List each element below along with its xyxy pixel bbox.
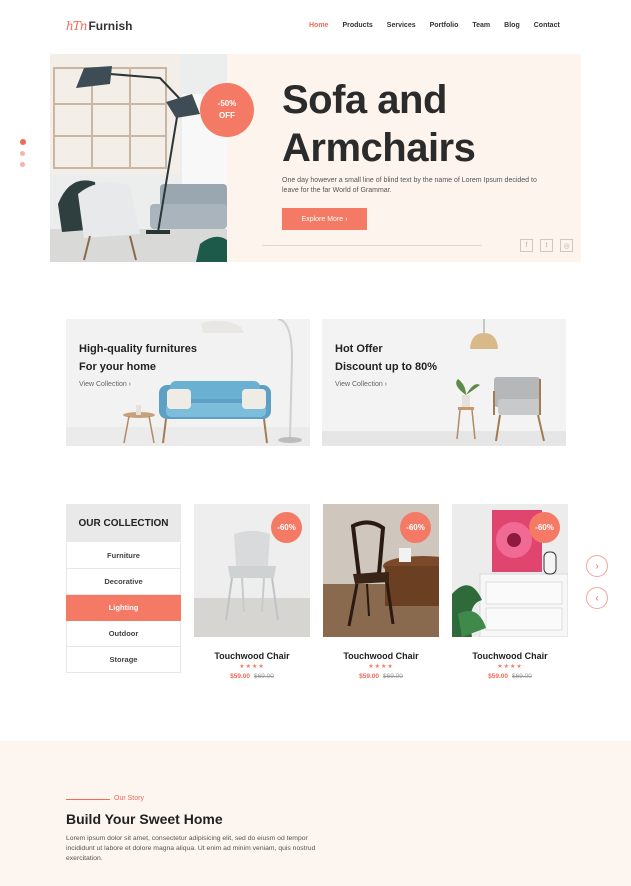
product-image-wood-chair: -60%: [323, 504, 439, 637]
logo[interactable]: hTn Furnish: [66, 19, 132, 33]
product-name[interactable]: Touchwood Chair: [452, 651, 568, 661]
story-body: Lorem ipsum dolor sit amet, consectetur …: [66, 835, 316, 862]
promo-card-hot-offer[interactable]: Hot Offer Discount up to 80% View Collect…: [322, 319, 566, 446]
story-kicker: Our Story: [114, 795, 144, 802]
product-price: $59.00 $69.00: [452, 673, 568, 680]
hero-title-line2: Armchairs: [282, 126, 476, 170]
hero-discount-badge: -50% OFF: [200, 83, 254, 137]
product-rating-stars: ★★★★: [497, 664, 523, 670]
category-outdoor[interactable]: Outdoor: [66, 621, 181, 647]
product-image-white-cabinet: -60%: [452, 504, 568, 637]
promo-title-quality: High-quality furnitures For your home: [79, 340, 197, 376]
nav-portfolio[interactable]: Portfolio: [430, 22, 459, 29]
promo-line1: High-quality furnitures: [79, 343, 197, 355]
hero-section: -50% OFF Sofa and Armchairs One day howe…: [50, 54, 581, 262]
promo-title-hot-offer: Hot Offer Discount up to 80%: [335, 340, 437, 376]
slider-dot-active[interactable]: [20, 139, 26, 145]
product-discount-badge: -60%: [271, 512, 302, 543]
price-old: $69.00: [254, 673, 274, 680]
price-current: $59.00: [488, 673, 508, 680]
collection-category-list: Furniture Decorative Lighting Outdoor St…: [66, 543, 181, 673]
slider-dots: [20, 139, 26, 167]
product-image-white-chair: -60%: [194, 504, 310, 637]
page: { "header": { "logo_mark": "hTn", "logo_…: [0, 0, 631, 886]
product-discount-badge: -60%: [529, 512, 560, 543]
collection-heading: OUR COLLECTION: [66, 504, 181, 542]
hero-image-living-room: [50, 54, 227, 262]
category-furniture[interactable]: Furniture: [66, 543, 181, 569]
hero-description: One day however a small line of blind te…: [282, 177, 537, 194]
hero-title: Sofa and Armchairs: [282, 76, 476, 172]
twitter-icon[interactable]: t: [540, 239, 553, 252]
nav-home[interactable]: Home: [309, 22, 328, 29]
story-title: Build Your Sweet Home: [66, 811, 223, 827]
promo-line2: For your home: [79, 361, 157, 373]
price-old: $69.00: [512, 673, 532, 680]
product-card[interactable]: -60% Touchwood Chair ★★★★ $59.00 $69.00: [323, 504, 439, 680]
product-rating-stars: ★★★★: [368, 664, 394, 670]
carousel-next-button[interactable]: ›: [586, 555, 608, 577]
logo-mark: hTn: [66, 19, 87, 33]
promo-line1: Hot Offer: [335, 343, 383, 355]
main-nav: Home Products Services Portfolio Team Bl…: [309, 22, 560, 29]
product-discount-badge: -60%: [400, 512, 431, 543]
product-name[interactable]: Touchwood Chair: [323, 651, 439, 661]
category-decorative[interactable]: Decorative: [66, 569, 181, 595]
nav-services[interactable]: Services: [387, 22, 416, 29]
price-old: $69.00: [383, 673, 403, 680]
price-current: $59.00: [230, 673, 250, 680]
product-card[interactable]: -60% Touchwood Chair ★★★★ $59.00 $69.00: [194, 504, 310, 680]
nav-blog[interactable]: Blog: [504, 22, 520, 29]
explore-more-button[interactable]: Explore More ›: [282, 208, 367, 230]
nav-products[interactable]: Products: [342, 22, 372, 29]
category-storage[interactable]: Storage: [66, 647, 181, 673]
price-current: $59.00: [359, 673, 379, 680]
carousel-prev-button[interactable]: ‹: [586, 587, 608, 609]
view-collection-link[interactable]: View Collection ›: [79, 381, 131, 388]
view-collection-link[interactable]: View Collection ›: [335, 381, 387, 388]
nav-contact[interactable]: Contact: [534, 22, 560, 29]
product-price: $59.00 $69.00: [194, 673, 310, 680]
category-lighting[interactable]: Lighting: [66, 595, 181, 621]
promo-card-quality[interactable]: High-quality furnitures For your home Vie…: [66, 319, 310, 446]
facebook-icon[interactable]: f: [520, 239, 533, 252]
instagram-icon[interactable]: ◎: [560, 239, 573, 252]
promo-line2: Discount up to 80%: [335, 361, 438, 373]
hero-title-line1: Sofa and: [282, 76, 475, 124]
slider-dot[interactable]: [20, 162, 25, 167]
nav-team[interactable]: Team: [472, 22, 490, 29]
story-kicker-line: [66, 799, 110, 800]
product-price: $59.00 $69.00: [323, 673, 439, 680]
hero-divider: [262, 245, 482, 246]
social-links: f t ◎: [520, 239, 573, 252]
product-rating-stars: ★★★★: [239, 664, 265, 670]
slider-dot[interactable]: [20, 151, 25, 156]
our-story-section: Our Story Build Your Sweet Home Lorem ip…: [0, 741, 631, 886]
logo-name: Furnish: [88, 19, 133, 33]
product-name[interactable]: Touchwood Chair: [194, 651, 310, 661]
product-card[interactable]: -60% Touchwood Chair ★★★★ $59.00 $69.00: [452, 504, 568, 680]
